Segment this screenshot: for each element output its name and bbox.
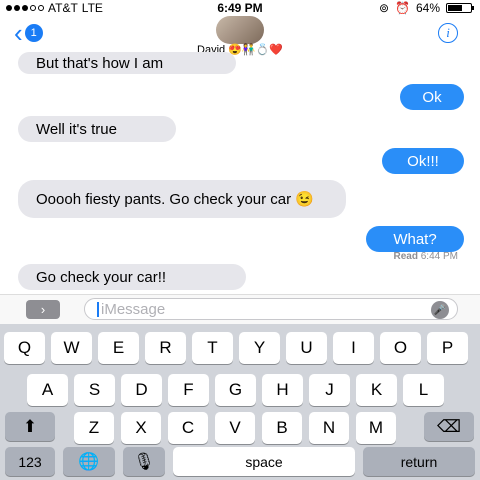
key-c[interactable]: C bbox=[168, 412, 208, 444]
key-u[interactable]: U bbox=[286, 332, 327, 364]
key-t[interactable]: T bbox=[192, 332, 233, 364]
key-e[interactable]: E bbox=[98, 332, 139, 364]
battery-icon bbox=[446, 3, 474, 13]
key-q[interactable]: Q bbox=[4, 332, 45, 364]
globe-key[interactable]: 🌐 bbox=[63, 447, 115, 476]
message-placeholder: iMessage bbox=[101, 301, 166, 318]
read-time: 6:44 PM bbox=[420, 251, 458, 262]
avatar[interactable] bbox=[216, 16, 264, 44]
key-y[interactable]: Y bbox=[239, 332, 280, 364]
key-g[interactable]: G bbox=[215, 374, 256, 406]
expand-apps-button[interactable]: › bbox=[26, 300, 60, 319]
message-bubble-incoming[interactable]: But that's how I am bbox=[18, 52, 236, 74]
read-label: Read bbox=[393, 251, 418, 262]
key-j[interactable]: J bbox=[309, 374, 350, 406]
delete-key[interactable]: ⌫ bbox=[424, 412, 474, 441]
key-i[interactable]: I bbox=[333, 332, 374, 364]
key-h[interactable]: H bbox=[262, 374, 303, 406]
battery-percent: 64% bbox=[415, 1, 440, 15]
key-s[interactable]: S bbox=[74, 374, 115, 406]
message-bubble-incoming[interactable]: Ooooh fiesty pants. Go check your car 😉 bbox=[18, 180, 346, 218]
return-key[interactable]: return bbox=[363, 447, 475, 476]
key-l[interactable]: L bbox=[403, 374, 444, 406]
key-w[interactable]: W bbox=[51, 332, 92, 364]
key-b[interactable]: B bbox=[262, 412, 302, 444]
unread-badge: 1 bbox=[24, 24, 43, 42]
shift-key[interactable]: ⬆ bbox=[5, 412, 55, 441]
key-x[interactable]: X bbox=[121, 412, 161, 444]
alarm-icon: ⏰ bbox=[395, 1, 410, 15]
dictation-mic-icon[interactable]: 🎤 bbox=[431, 301, 449, 319]
text-cursor bbox=[97, 302, 99, 317]
message-bubble-incoming[interactable]: Go check your car!! bbox=[18, 264, 246, 290]
space-key[interactable]: space bbox=[173, 447, 355, 476]
message-bubble-incoming[interactable]: Well it's true bbox=[18, 116, 176, 142]
key-f[interactable]: F bbox=[168, 374, 209, 406]
mic-icon: 🎙 bbox=[133, 451, 155, 471]
status-right: ⊚ ⏰ 64% bbox=[378, 1, 474, 15]
key-d[interactable]: D bbox=[121, 374, 162, 406]
key-k[interactable]: K bbox=[356, 374, 397, 406]
message-input-bar: › iMessage 🎤 bbox=[0, 294, 480, 325]
conversation-header: ‹ 1 David 😍👫💍❤️ i bbox=[0, 16, 480, 56]
info-icon[interactable]: i bbox=[438, 23, 458, 43]
read-receipt: Read 6:44 PM bbox=[394, 251, 458, 262]
message-bubble-outgoing[interactable]: Ok!!! bbox=[382, 148, 464, 174]
key-p[interactable]: P bbox=[427, 332, 468, 364]
numbers-key[interactable]: 123 bbox=[5, 447, 55, 476]
key-m[interactable]: M bbox=[356, 412, 396, 444]
key-n[interactable]: N bbox=[309, 412, 349, 444]
status-bar: AT&T LTE 6:49 PM ⊚ ⏰ 64% bbox=[0, 0, 480, 16]
key-o[interactable]: O bbox=[380, 332, 421, 364]
key-z[interactable]: Z bbox=[74, 412, 114, 444]
chevron-right-icon: › bbox=[40, 302, 46, 317]
rotation-lock-icon: ⊚ bbox=[378, 1, 390, 15]
key-v[interactable]: V bbox=[215, 412, 255, 444]
message-input[interactable]: iMessage 🎤 bbox=[84, 298, 458, 320]
message-bubble-outgoing[interactable]: Ok bbox=[400, 84, 464, 110]
message-bubble-outgoing[interactable]: What? bbox=[366, 226, 464, 252]
key-a[interactable]: A bbox=[27, 374, 68, 406]
shift-icon: ⬆ bbox=[22, 416, 38, 436]
backspace-icon: ⌫ bbox=[436, 416, 462, 436]
globe-icon: 🌐 bbox=[78, 451, 100, 471]
key-r[interactable]: R bbox=[145, 332, 186, 364]
dictation-key[interactable]: 🎙 bbox=[123, 447, 165, 476]
